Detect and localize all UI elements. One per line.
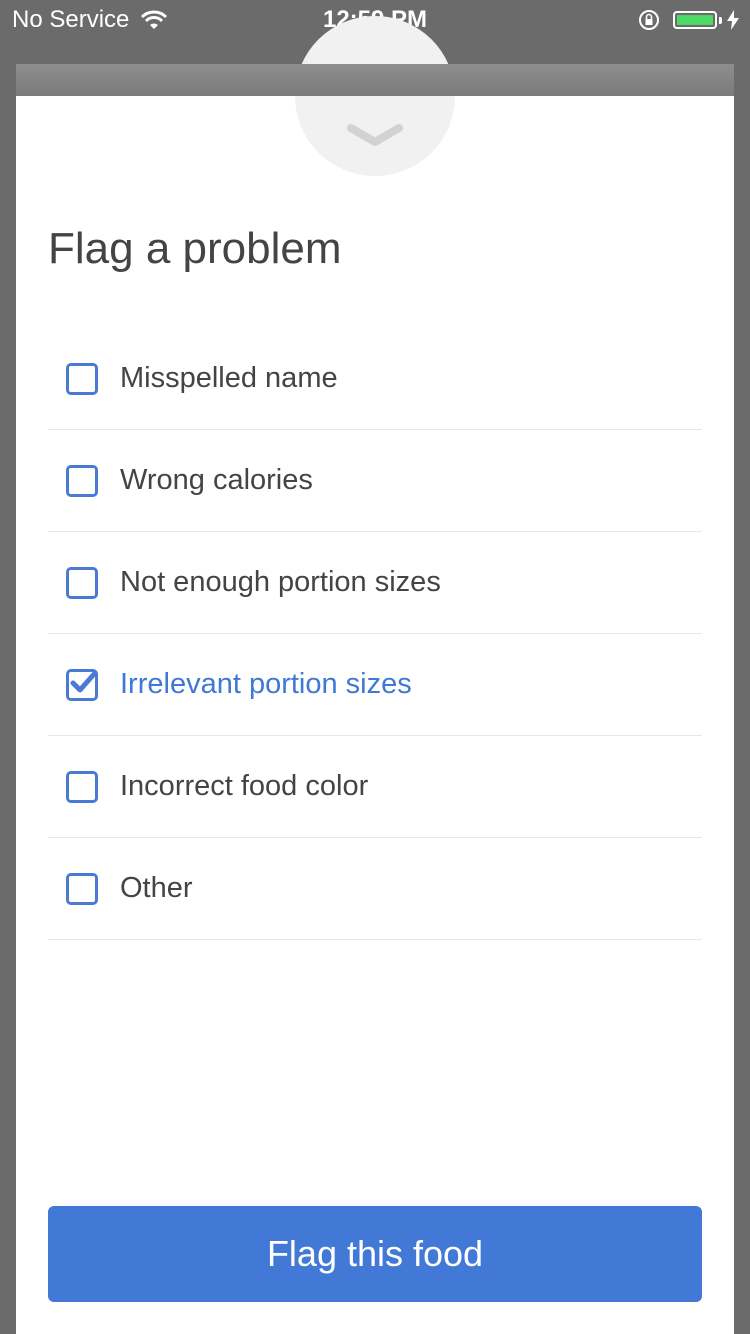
option-label: Misspelled name bbox=[120, 362, 338, 394]
flag-sheet: Flag a problem Misspelled name Wrong calo… bbox=[16, 16, 734, 1334]
battery-fill bbox=[677, 15, 713, 25]
lock-rotation-icon bbox=[639, 10, 659, 30]
charging-bolt-icon bbox=[727, 10, 739, 30]
battery-icon bbox=[673, 11, 717, 29]
option-label: Incorrect food color bbox=[120, 770, 369, 802]
page-title: Flag a problem bbox=[48, 224, 342, 273]
status-right bbox=[637, 8, 740, 32]
option-row[interactable]: Incorrect food color bbox=[48, 736, 702, 838]
checkbox[interactable] bbox=[66, 872, 98, 905]
dismiss-handle[interactable] bbox=[295, 16, 455, 176]
battery-cap bbox=[719, 16, 722, 24]
checkbox[interactable] bbox=[66, 362, 98, 395]
option-label: Other bbox=[120, 872, 193, 904]
option-row[interactable]: Not enough portion sizes bbox=[48, 532, 702, 634]
option-label: Irrelevant portion sizes bbox=[120, 668, 412, 700]
problem-options-list: Misspelled name Wrong calories Not enough … bbox=[48, 328, 702, 940]
option-row[interactable]: Irrelevant portion sizes bbox=[48, 634, 702, 736]
chevron-down-icon[interactable] bbox=[345, 122, 405, 148]
option-row[interactable]: Misspelled name bbox=[48, 328, 702, 430]
option-row[interactable]: Wrong calories bbox=[48, 430, 702, 532]
option-row[interactable]: Other bbox=[48, 838, 702, 940]
checkbox-checked[interactable] bbox=[66, 668, 98, 701]
option-label: Not enough portion sizes bbox=[120, 566, 441, 598]
checkmark-icon bbox=[70, 670, 98, 692]
handle-backdrop bbox=[279, 64, 471, 96]
checkbox[interactable] bbox=[66, 770, 98, 803]
option-label: Wrong calories bbox=[120, 464, 313, 496]
flag-food-button[interactable]: Flag this food bbox=[48, 1206, 702, 1302]
checkbox[interactable] bbox=[66, 464, 98, 497]
checkbox[interactable] bbox=[66, 566, 98, 599]
